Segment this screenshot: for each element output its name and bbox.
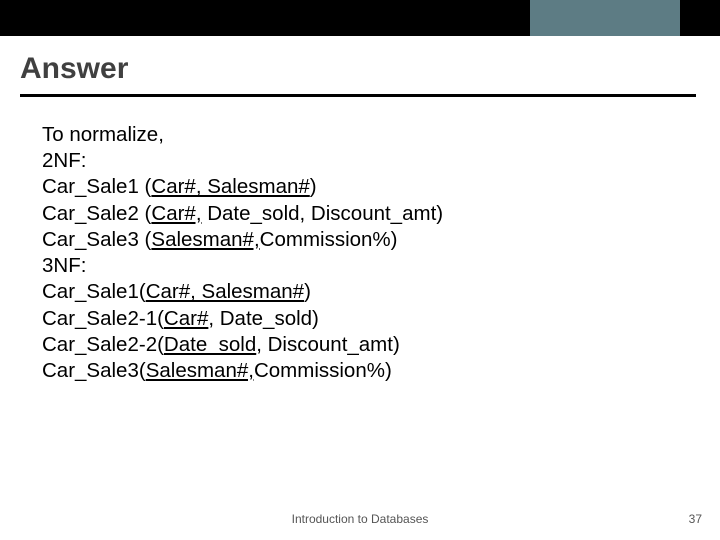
text: Car_Sale3(: [42, 359, 146, 382]
text: Car_Sale1(: [42, 280, 146, 303]
body-line: Car_Sale2 (Car#, Date_sold, Discount_amt…: [42, 201, 680, 227]
text: Commission%): [254, 359, 392, 382]
underlined-key: Date_sold: [164, 333, 256, 356]
body-line: Car_Sale1(Car#, Salesman#): [42, 279, 680, 305]
text: ): [310, 175, 317, 198]
body-line: Car_Sale3(Salesman#,Commission%): [42, 358, 680, 384]
body-line: 3NF:: [42, 253, 680, 279]
body-line: Car_Sale1 (Car#, Salesman#): [42, 174, 680, 200]
slide-title: Answer: [20, 52, 696, 97]
underlined-key: Car#, Salesman#: [151, 175, 309, 198]
underlined-key: Salesman#,: [151, 228, 259, 251]
text: Car_Sale3 (: [42, 228, 151, 251]
body-line: Car_Sale3 (Salesman#,Commission%): [42, 227, 680, 253]
slide-body: To normalize, 2NF: Car_Sale1 (Car#, Sale…: [42, 122, 680, 384]
text: Commission%): [260, 228, 398, 251]
underlined-key: Car#: [164, 307, 208, 330]
text: Car_Sale2 (: [42, 202, 151, 225]
text: Date_sold, Discount_amt): [202, 202, 444, 225]
underlined-key: Car#,: [151, 202, 201, 225]
footer-title: Introduction to Databases: [0, 512, 720, 526]
text: Car_Sale1 (: [42, 175, 151, 198]
body-line: Car_Sale2-1(Car#, Date_sold): [42, 306, 680, 332]
text: Car_Sale2-2(: [42, 333, 164, 356]
page-number: 37: [689, 512, 702, 526]
body-line: Car_Sale2-2(Date_sold, Discount_amt): [42, 332, 680, 358]
body-line: To normalize,: [42, 122, 680, 148]
text: ): [304, 280, 311, 303]
body-line: 2NF:: [42, 148, 680, 174]
underlined-key: Salesman#,: [146, 359, 254, 382]
text: Car_Sale2-1(: [42, 307, 164, 330]
slide: Answer To normalize, 2NF: Car_Sale1 (Car…: [0, 0, 720, 540]
underlined-key: Car#, Salesman#: [146, 280, 304, 303]
text: , Discount_amt): [256, 333, 400, 356]
top-bar-accent: [530, 0, 680, 36]
text: , Date_sold): [208, 307, 319, 330]
